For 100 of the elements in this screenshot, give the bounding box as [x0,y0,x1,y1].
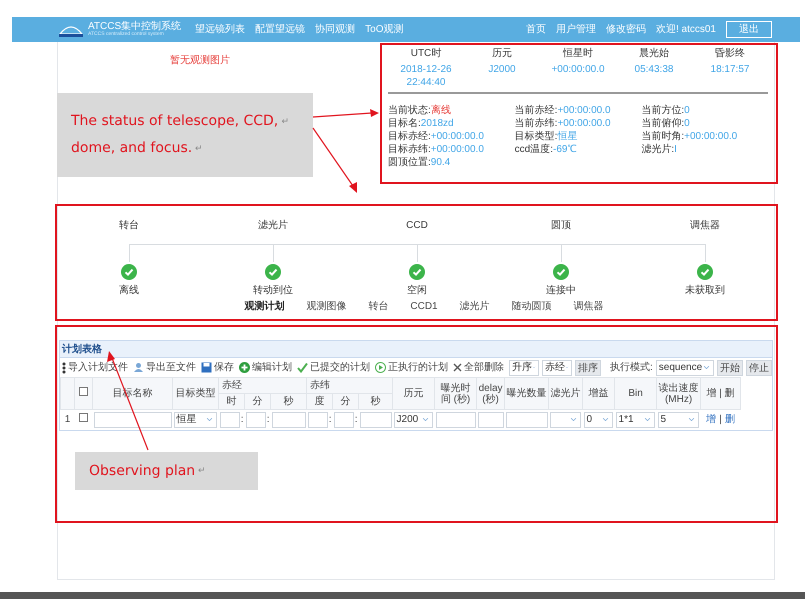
column-header: 秒 [370,396,381,407]
input-field[interactable] [94,412,172,428]
status-field: 当前时角:+00:00:00.0 [641,130,768,143]
input-field[interactable] [220,412,240,428]
paragraph-mark: ↵ [198,464,206,478]
column-header: 秒 [284,396,294,407]
dropdown[interactable]: sequence [656,360,714,376]
status-field: 滤光片:I [641,143,768,156]
dropdown[interactable]: 1*1 [616,412,655,428]
device-status: 未获取到 [685,284,725,298]
status-field: 当前方位:0 [641,104,768,117]
check-icon [697,264,713,280]
paragraph-mark: ↵ [281,114,290,128]
check-icon [409,264,425,280]
column-header: 时 [226,396,236,407]
callout-text: The status of telescope, CCD, [71,112,278,131]
input-field[interactable] [360,412,392,428]
status-field: 目标赤纬:+00:00:00.0 [388,143,515,156]
check-icon [553,264,569,280]
play-icon [375,362,386,373]
column-heading: 恒星时 [563,46,593,61]
column-header: 度 [314,396,325,407]
arrow [312,128,357,193]
column-header: 增 | 删 [706,388,735,399]
time-value: +00:00:00.0 [550,63,606,76]
column-header: 历元 [404,388,424,399]
column-heading: UTC时 [410,46,442,61]
time-value: 18:17:57 [710,63,750,76]
status-field: 目标名:2018zd [388,117,515,130]
status-field: ccd温度:-69℃ [514,143,642,156]
dropdown[interactable]: 0 [584,412,613,428]
device-status: 连接中 [546,284,576,298]
dots-icon [62,362,66,374]
no-image-message: 暂无观测图片 [170,55,230,66]
save-icon [201,362,212,373]
input-field[interactable] [436,412,476,428]
device-name: 圆顶 [551,219,571,232]
column-heading: 昏影终 [715,46,745,61]
toolbar-button[interactable]: 导出至文件 [133,360,196,375]
start-button[interactable]: 开始 [717,360,744,376]
dropdown[interactable]: 5 [658,412,699,428]
arrow [312,109,379,118]
welcome-text: 欢迎! atccs01 [656,22,716,37]
toolbar-button[interactable]: 编辑计划 [239,360,292,375]
paragraph-mark: ↵ [195,142,204,155]
tab[interactable]: 观测图像 [306,299,346,314]
input-field[interactable] [272,412,306,428]
tab[interactable]: 调焦器 [574,299,604,314]
device-status: 转动到位 [253,284,293,298]
status-field: 目标类型:恒星 [514,130,642,143]
status-field: 目标赤经:+00:00:00.0 [388,130,515,143]
row-number: 1 [64,414,70,426]
panel-title: 计划表格 [62,342,102,356]
tab[interactable]: 滤光片 [460,299,490,314]
mode-label: 执行模式: [610,360,653,375]
device-name: 滤光片 [258,218,288,232]
toolbar-button[interactable]: 正执行的计划 [375,360,448,375]
checkbox[interactable] [79,387,88,396]
callout-text: Observing plan [89,462,196,480]
stop-button[interactable]: 停止 [746,360,772,376]
delete-link[interactable]: 删 [724,414,735,426]
device-status: 离线 [119,284,139,298]
input-field[interactable] [478,412,504,428]
callout-text: dome, and focus. [71,139,192,158]
tab[interactable]: 转台 [368,299,388,314]
dropdown[interactable]: 恒星 [174,412,216,428]
sort-button[interactable]: 排序 [575,360,601,376]
toolbar-button[interactable]: 全部删除 [453,360,504,375]
column-header: 增益 [588,388,609,399]
input-field[interactable] [506,412,548,428]
person-icon [133,362,144,373]
tab[interactable]: CCD1 [410,299,438,314]
column-header: 读出速度 (MHz) [658,382,699,404]
checkbox[interactable] [79,413,88,422]
device-status: 空闲 [407,284,427,298]
input-field[interactable] [246,412,266,428]
dropdown[interactable] [550,412,581,428]
dropdown[interactable]: 赤经 [542,360,572,376]
brand-title: ATCCS集中控制系统 [88,22,182,32]
tab[interactable]: 观测计划 [244,299,284,314]
add-link[interactable]: 增 [706,414,716,426]
column-heading: 历元 [492,47,512,61]
status-field: 当前状态:离线 [388,104,515,117]
input-field[interactable] [308,412,328,428]
caret-icon [702,363,712,372]
column-header: 曝光时间 (秒) [440,382,471,404]
column-header: 目标类型 [176,388,216,399]
separator-text: : [266,413,270,428]
toolbar-button[interactable]: 已提交的计划 [297,360,370,375]
dropdown[interactable]: 升序 [509,360,539,376]
device-name: 转台 [119,218,139,232]
column-header: 分 [340,396,351,407]
dropdown[interactable]: J200 [394,412,433,428]
time-value: 2018-12-26 22:44:40 [399,63,453,89]
toolbar-button[interactable]: 保存 [201,360,234,375]
separator-text: | [719,414,722,426]
input-field[interactable] [334,412,354,428]
column-header: 赤纬 [310,380,330,391]
check-icon [121,264,137,280]
tab[interactable]: 随动圆顶 [512,299,552,314]
